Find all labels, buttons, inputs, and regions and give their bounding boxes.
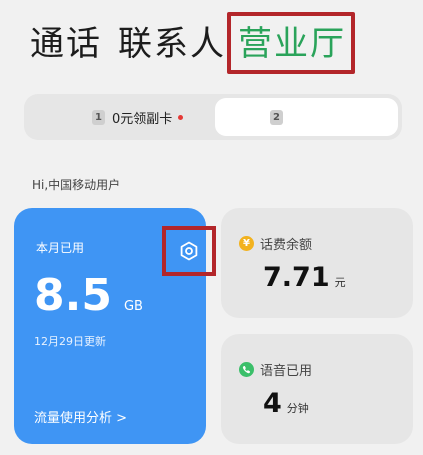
voice-number: 4 bbox=[263, 388, 282, 419]
tab-contacts[interactable]: 联系人 bbox=[118, 22, 226, 66]
balance-header: ¥ 话费余额 bbox=[239, 234, 312, 253]
greeting-text: Hi,中国移动用户 bbox=[32, 178, 121, 192]
tab-calls[interactable]: 通话 bbox=[30, 22, 102, 66]
balance-value: 7.71 元 bbox=[263, 262, 346, 293]
top-tabs: 通话 联系人 营业厅 bbox=[0, 0, 423, 80]
data-updated-time: 12月29日更新 bbox=[34, 335, 106, 348]
data-usage-value: 8.5 GB bbox=[34, 274, 143, 318]
data-usage-card[interactable]: 本月已用 8.5 GB 12月29日更新 流量使用分析 > bbox=[14, 208, 216, 444]
balance-unit: 元 bbox=[334, 276, 346, 289]
sim-switcher: 1 0元领副卡 2 bbox=[24, 94, 402, 140]
notification-dot bbox=[178, 114, 184, 120]
settings-button[interactable] bbox=[162, 226, 216, 276]
app-root: 通话 联系人 营业厅 1 0元领副卡 2 Hi,中国移动用户 本月已用 8.5 … bbox=[0, 0, 423, 455]
data-analysis-link[interactable]: 流量使用分析 > bbox=[34, 407, 127, 426]
sim-card-2[interactable]: 2 bbox=[215, 98, 398, 136]
data-usage-unit: GB bbox=[123, 299, 143, 314]
voice-unit: 分钟 bbox=[286, 402, 309, 415]
sim-1-label: 0元领副卡 bbox=[112, 111, 173, 127]
sim-1-badge: 1 bbox=[92, 109, 105, 125]
sim-2-badge: 2 bbox=[270, 109, 283, 125]
data-usage-title: 本月已用 bbox=[36, 241, 85, 255]
phone-icon bbox=[239, 362, 254, 377]
tab-service-hall[interactable]: 营业厅 bbox=[238, 22, 346, 66]
balance-number: 7.71 bbox=[263, 262, 330, 293]
balance-card[interactable]: ¥ 话费余额 7.71 元 bbox=[221, 208, 413, 318]
data-usage-number: 8.5 bbox=[34, 270, 112, 321]
voice-header: 语音已用 bbox=[239, 360, 312, 379]
settings-icon bbox=[180, 241, 198, 261]
voice-card[interactable]: 语音已用 4 分钟 bbox=[221, 334, 413, 444]
coin-icon: ¥ bbox=[239, 236, 254, 251]
sim-card-1[interactable]: 1 0元领副卡 bbox=[28, 98, 216, 136]
voice-label: 语音已用 bbox=[260, 364, 313, 379]
balance-label: 话费余额 bbox=[260, 238, 313, 253]
voice-value: 4 分钟 bbox=[263, 388, 309, 419]
